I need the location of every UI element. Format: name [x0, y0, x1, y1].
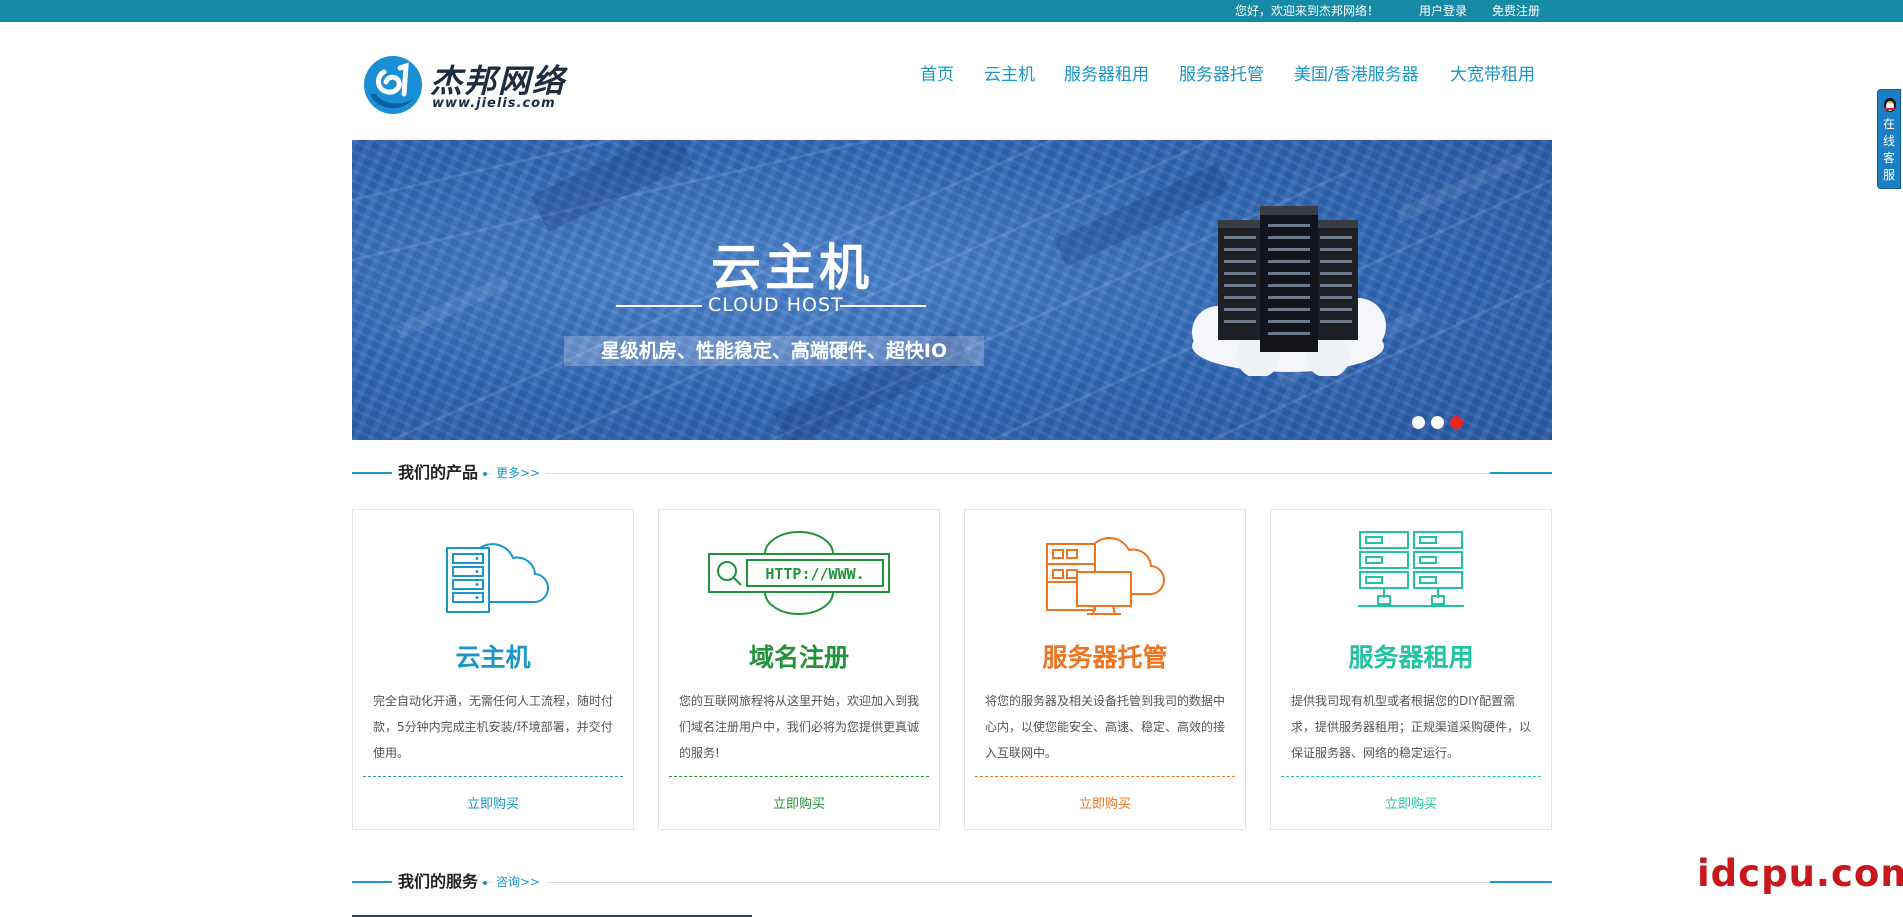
slider-dot-1[interactable]	[1412, 416, 1425, 429]
section-rule-accent-right	[1490, 472, 1552, 474]
section-rule-accent-left	[352, 472, 392, 474]
server-cloud-icon	[1192, 206, 1386, 376]
product-description: 提供我司现有机型或者根据您的DIY配置需求，提供服务器租用；正规渠道采购硬件，以…	[1291, 694, 1532, 760]
slider-dot-2[interactable]	[1431, 416, 1444, 429]
nav-item-server-hosting[interactable]: 服务器托管	[1179, 60, 1264, 85]
products-section-title: 我们的产品	[392, 463, 483, 483]
register-link[interactable]: 免费注册	[1492, 0, 1540, 22]
banner-tagline: 星级机房、性能稳定、高端硬件、超快IO	[564, 336, 984, 366]
section-bullet-icon	[483, 472, 487, 476]
products-section-heading: 我们的产品 更多>>	[352, 463, 1552, 483]
product-divider	[975, 776, 1235, 777]
section-rule-accent-left	[352, 881, 392, 883]
slider-dot-3[interactable]	[1450, 416, 1463, 429]
buy-now-button[interactable]: 立即购买	[1271, 793, 1551, 812]
login-link[interactable]: 用户登录	[1419, 0, 1467, 22]
product-description: 完全自动化开通，无需任何人工流程，随时付款，5分钟内完成主机安装/环境部署，并交…	[373, 694, 614, 760]
nav-item-home[interactable]: 首页	[920, 60, 954, 85]
nav-item-us-hk-servers[interactable]: 美国/香港服务器	[1294, 60, 1419, 85]
product-title: 域名注册	[748, 643, 849, 672]
services-section-title: 我们的服务	[392, 872, 483, 892]
product-divider	[669, 776, 929, 777]
product-title: 服务器租用	[1348, 643, 1474, 672]
product-card-server-rental: 服务器租用 提供我司现有机型或者根据您的DIY配置需求，提供服务器租用；正规渠道…	[1270, 509, 1552, 830]
nav-item-server-rental[interactable]: 服务器租用	[1064, 60, 1149, 85]
product-card-cloud-host: 云主机 完全自动化开通，无需任何人工流程，随时付款，5分钟内完成主机安装/环境部…	[352, 509, 634, 830]
services-section-heading: 我们的服务 咨询>>	[352, 872, 1552, 892]
qq-penguin-icon	[1884, 98, 1896, 112]
product-title: 云主机	[455, 643, 531, 672]
product-card-server-hosting: 服务器托管 将您的服务器及相关设备托管到我司的数据中心内，以使您能安全、高速、稳…	[964, 509, 1246, 830]
online-support-label: 在 线 客 服	[1882, 117, 1895, 182]
nav-item-cloud-host[interactable]: 云主机	[984, 60, 1035, 85]
nav-item-bandwidth[interactable]: 大宽带租用	[1450, 60, 1535, 85]
buy-now-button[interactable]: 立即购买	[965, 793, 1245, 812]
products-more-link[interactable]: 更多>>	[492, 463, 547, 483]
domain-http-icon: HTTP://WWW.	[659, 530, 939, 620]
welcome-text: 您好，欢迎来到杰邦网络！	[1235, 4, 1380, 18]
banner-line-right	[840, 305, 926, 307]
cloud-host-icon	[353, 530, 633, 620]
services-consult-link[interactable]: 咨询>>	[492, 872, 547, 892]
buy-now-button[interactable]: 立即购买	[353, 793, 633, 812]
product-card-domain: HTTP://WWW. 域名注册 您的互联网旅程将从这里开始，欢迎加入到我们域名…	[658, 509, 940, 830]
product-divider	[363, 776, 623, 777]
logo-url: www.jielis.com	[432, 96, 556, 111]
product-divider	[1281, 776, 1541, 777]
top-bar: 您好，欢迎来到杰邦网络！ 用户登录 免费注册	[0, 0, 1903, 22]
product-title: 服务器托管	[1042, 643, 1168, 672]
product-description: 将您的服务器及相关设备托管到我司的数据中心内，以使您能安全、高速、稳定、高效的接…	[985, 694, 1226, 760]
server-rental-icon	[1271, 530, 1551, 620]
hero-banner[interactable]: 云主机 CLOUD HOST 星级机房、性能稳定、高端硬件、超快IO	[352, 140, 1552, 440]
banner-line-left	[616, 305, 702, 307]
section-rule-accent-right	[1490, 881, 1552, 883]
online-support-tab[interactable]: 在 线 客 服	[1877, 89, 1901, 189]
banner-title: 云主机	[711, 239, 873, 297]
site-logo[interactable]: 杰邦网络 www.jielis.com	[362, 52, 602, 118]
section-bullet-icon	[483, 881, 487, 885]
product-description: 您的互联网旅程将从这里开始，欢迎加入到我们域名注册用户中，我们必将为您提供更真诚…	[679, 694, 920, 760]
watermark-text: idcpu.com	[1697, 852, 1903, 895]
domain-icon-text: HTTP://WWW.	[765, 565, 864, 583]
server-hosting-icon	[965, 530, 1245, 620]
buy-now-button[interactable]: 立即购买	[659, 793, 939, 812]
logo-mark-icon	[364, 56, 422, 114]
banner-subtitle: CLOUD HOST	[708, 294, 844, 316]
